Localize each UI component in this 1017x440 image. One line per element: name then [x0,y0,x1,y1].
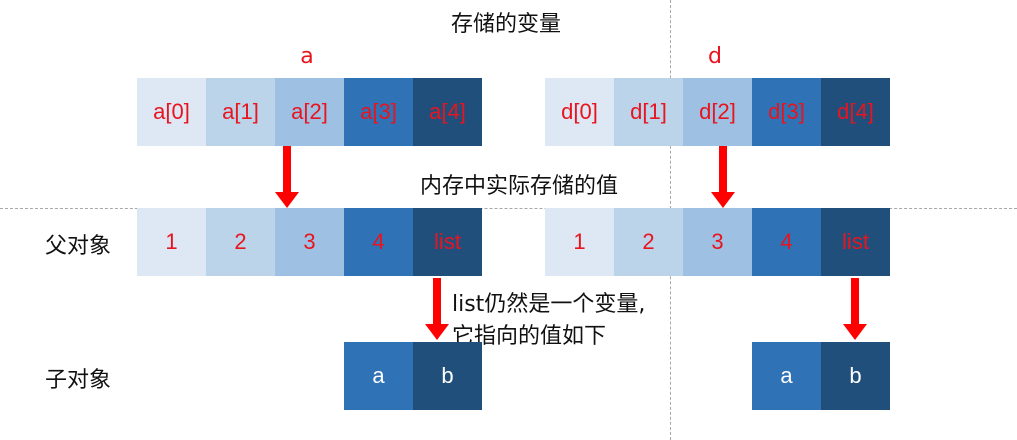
value-row-left: 1 2 3 4 list [137,208,482,276]
var-cell: d[3] [752,78,821,146]
var-row-a: a[0] a[1] a[2] a[3] a[4] [137,78,482,146]
var-cell: a[2] [275,78,344,146]
var-name-d: d [708,44,722,69]
arrow-down-icon [711,146,735,208]
value-cell: 2 [206,208,275,276]
child-object-label: 子对象 [45,368,112,393]
parent-object-label: 父对象 [45,234,112,259]
var-cell: d[2] [683,78,752,146]
var-cell: a[4] [413,78,482,146]
child-cell: b [413,342,482,410]
var-name-a: a [300,44,314,69]
arrow-down-icon [275,146,299,208]
value-cell: 3 [275,208,344,276]
var-cell: d[0] [545,78,614,146]
arrow-down-icon [425,278,449,340]
arrow-down-icon [843,278,867,340]
value-cell: 4 [752,208,821,276]
value-cell: list [413,208,482,276]
value-cell: 1 [137,208,206,276]
var-cell: d[4] [821,78,890,146]
note-line-1: list仍然是一个变量, [452,292,646,317]
var-row-d: d[0] d[1] d[2] d[3] d[4] [545,78,890,146]
value-cell: 1 [545,208,614,276]
var-cell: a[1] [206,78,275,146]
stored-values-label: 内存中实际存储的值 [420,174,619,199]
child-row-right: a b [752,342,890,410]
var-cell: a[3] [344,78,413,146]
value-cell: 3 [683,208,752,276]
child-row-left: a b [344,342,482,410]
title: 存储的变量 [451,12,562,37]
value-cell: 4 [344,208,413,276]
value-row-right: 1 2 3 4 list [545,208,890,276]
child-cell: a [752,342,821,410]
child-cell: b [821,342,890,410]
var-cell: a[0] [137,78,206,146]
var-cell: d[1] [614,78,683,146]
value-cell: 2 [614,208,683,276]
child-cell: a [344,342,413,410]
value-cell: list [821,208,890,276]
